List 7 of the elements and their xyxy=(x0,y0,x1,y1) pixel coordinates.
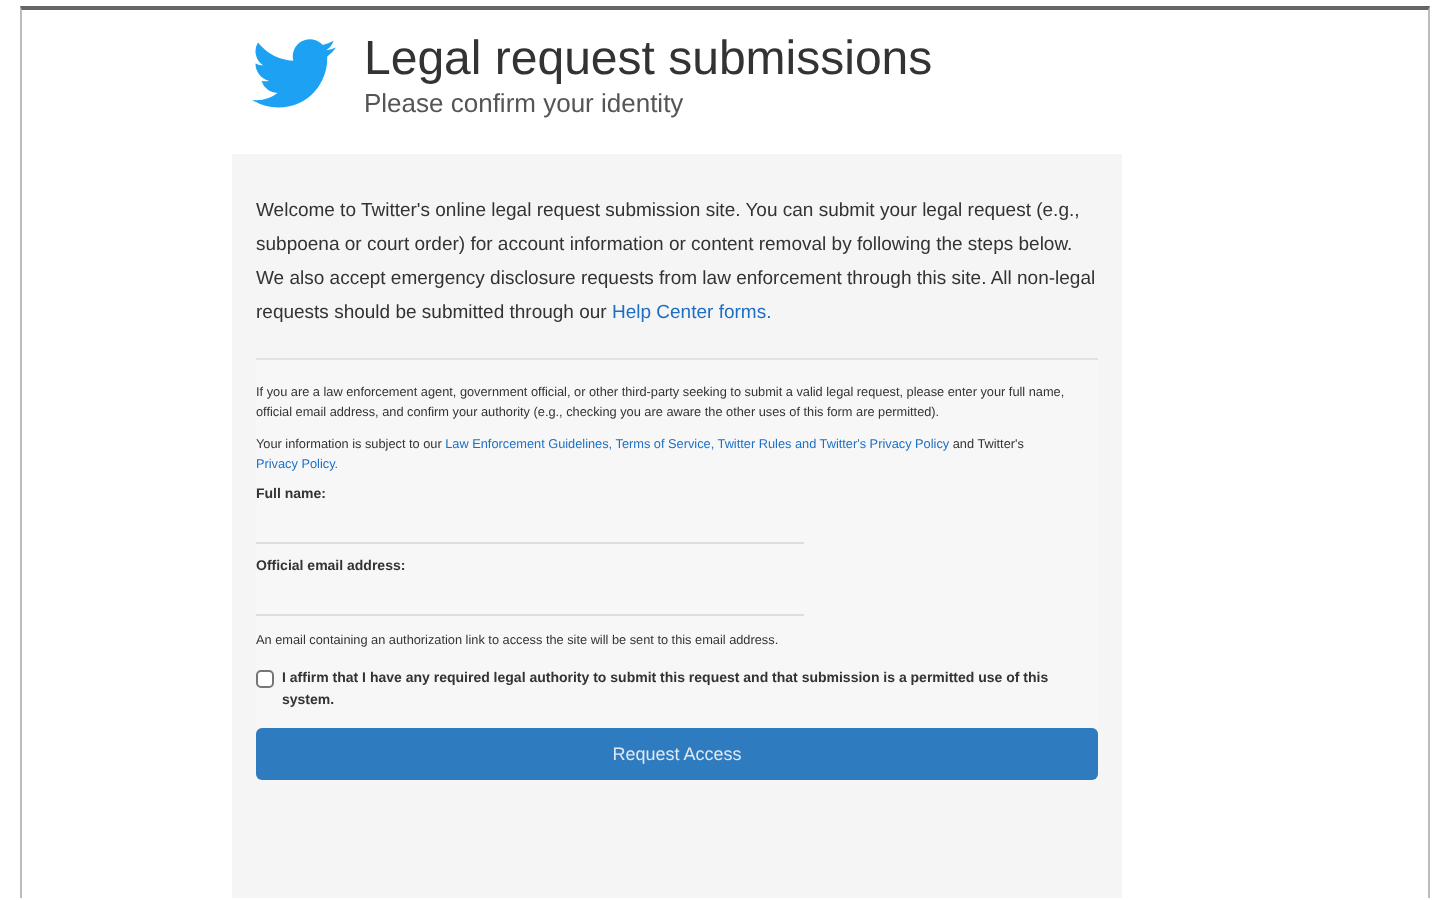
affirm-checkbox[interactable] xyxy=(256,670,274,688)
bird-icon xyxy=(252,38,336,110)
page-subtitle: Please confirm your identity xyxy=(364,87,686,117)
page-title: Legal request submissions xyxy=(364,31,933,87)
submit-button[interactable]: Request Access xyxy=(256,728,1098,780)
intro-paragraph: Welcome to Twitter's online legal request submission site. You can submit your legal request (e.g., subpoena or court order) for account information or content removal by following the steps below. We also accept emergency disclosure requests from law enforcement through this site. All non-legal requests should be submitted through our Help Center forms. xyxy=(256,198,1098,328)
help-link[interactable]: Help Center forms. xyxy=(611,302,772,324)
